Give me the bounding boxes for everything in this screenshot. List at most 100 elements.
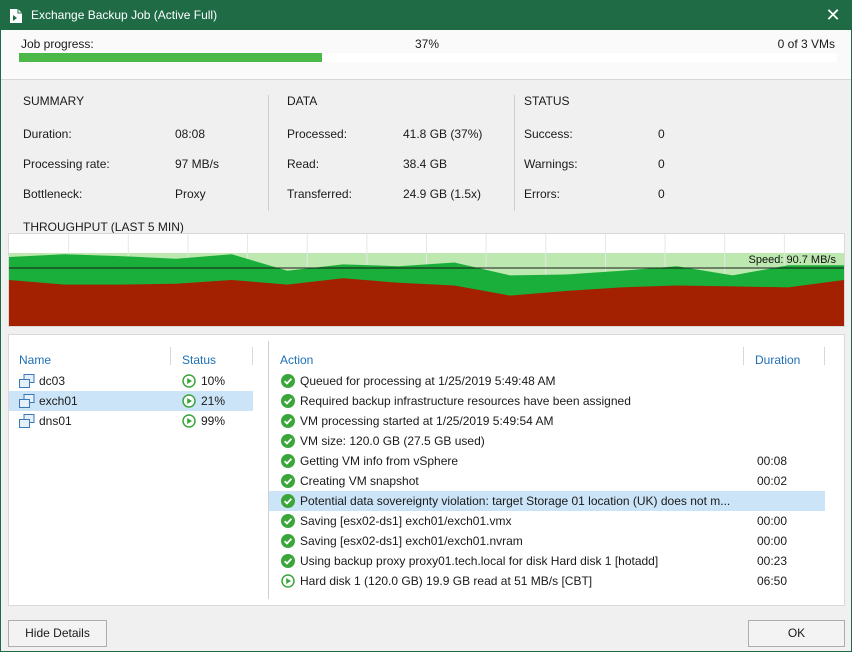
window-title: Exchange Backup Job (Active Full) (31, 8, 218, 22)
running-icon (182, 394, 196, 408)
vm-icon (19, 374, 35, 388)
vm-name: exch01 (39, 394, 78, 408)
running-icon (182, 374, 196, 388)
action-log[interactable]: Action Duration Queued for processing at… (269, 335, 846, 605)
success-icon (281, 554, 295, 568)
action-text: Required backup infrastructure resources… (300, 394, 631, 408)
running-icon (281, 574, 295, 588)
action-log-row[interactable]: Hard disk 1 (120.0 GB) 19.9 GB read at 5… (269, 571, 825, 591)
vm-list-item[interactable]: dns01 99% (9, 411, 253, 431)
summary-heading: SUMMARY (23, 94, 85, 108)
success-icon (281, 494, 295, 508)
success-icon (281, 374, 295, 388)
bottleneck-value: Proxy (175, 187, 206, 201)
vm-icon (19, 414, 35, 428)
success-icon (281, 454, 295, 468)
success-icon (281, 474, 295, 488)
action-text: Queued for processing at 1/25/2019 5:49:… (300, 374, 556, 388)
data-heading: DATA (287, 94, 318, 108)
action-log-row[interactable]: Getting VM info from vSphere 00:08 (269, 451, 825, 471)
details-panel: Name Status dc03 10% exch01 21% dns01 99% Act… (8, 334, 845, 606)
column-separator (824, 347, 825, 365)
action-text: VM processing started at 1/25/2019 5:49:… (300, 414, 554, 428)
stats-section: SUMMARY Duration: 08:08 Processing rate:… (1, 81, 851, 215)
vm-icon (19, 394, 35, 408)
progress-bar (19, 53, 837, 62)
throughput-graph (9, 234, 844, 326)
job-progress: Job progress: 37% 0 of 3 VMs (1, 30, 851, 80)
vm-progress-percent: 10% (201, 374, 226, 388)
action-log-row[interactable]: Saving [esx02-ds1] exch01/exch01.vmx 00:0… (269, 511, 825, 531)
action-log-row[interactable]: Creating VM snapshot 00:02 (269, 471, 825, 491)
success-icon (281, 374, 295, 388)
success-icon (281, 514, 295, 528)
success-icon (281, 434, 295, 448)
action-log-row[interactable]: VM size: 120.0 GB (27.5 GB used) (269, 431, 825, 451)
job-window: Exchange Backup Job (Active Full) ✕ Job … (0, 0, 852, 652)
vm-list-item[interactable]: dc03 10% (9, 371, 253, 391)
running-icon (182, 374, 196, 388)
action-duration: 00:23 (757, 554, 788, 568)
vm-name: dns01 (39, 414, 72, 428)
status-heading: STATUS (524, 94, 570, 108)
action-column-header[interactable]: Action (280, 353, 313, 367)
title-bar[interactable]: Exchange Backup Job (Active Full) ✕ (1, 1, 851, 30)
action-log-row[interactable]: Queued for processing at 1/25/2019 5:49:… (269, 371, 825, 391)
action-log-row[interactable]: Potential data sovereignty violation: ta… (269, 491, 825, 511)
job-progress-vms: 0 of 3 VMs (777, 37, 835, 51)
running-icon (182, 394, 196, 408)
success-icon (281, 454, 295, 468)
vm-list[interactable]: Name Status dc03 10% exch01 21% dns01 99% (9, 335, 261, 605)
success-icon (281, 414, 295, 428)
read-value: 38.4 GB (403, 157, 448, 171)
running-icon (182, 414, 196, 428)
success-label: Success: (524, 127, 573, 141)
stats-divider (514, 95, 515, 211)
errors-label: Errors: (524, 187, 560, 201)
bottleneck-label: Bottleneck: (23, 187, 83, 201)
close-icon[interactable]: ✕ (821, 4, 845, 26)
success-icon (281, 394, 295, 408)
speed-label: Speed: 90.7 MB/s (748, 254, 836, 266)
action-text: Getting VM info from vSphere (300, 454, 459, 468)
success-icon (281, 494, 295, 508)
success-icon (281, 554, 295, 568)
vm-list-item[interactable]: exch01 21% (9, 391, 253, 411)
job-progress-percent: 37% (415, 37, 440, 51)
action-log-row[interactable]: VM processing started at 1/25/2019 5:49:… (269, 411, 825, 431)
backup-job-icon (10, 9, 22, 23)
progress-bar-fill (19, 53, 322, 62)
processing-rate-label: Processing rate: (23, 157, 110, 171)
processed-label: Processed: (287, 127, 348, 141)
action-log-row[interactable]: Using backup proxy proxy01.tech.local fo… (269, 551, 825, 571)
status-column: STATUS Success: 0 Warnings: 0 Errors: 0 (524, 81, 724, 215)
name-column-header[interactable]: Name (19, 353, 51, 367)
vm-progress-percent: 99% (201, 414, 226, 428)
ok-button[interactable]: OK (748, 620, 845, 647)
action-log-row[interactable]: Saving [esx02-ds1] exch01/exch01.nvram 00… (269, 531, 825, 551)
success-icon (281, 434, 295, 448)
throughput-title: THROUGHPUT (LAST 5 MIN) (23, 220, 184, 234)
vm-icon (19, 394, 35, 408)
vm-name: dc03 (39, 374, 66, 388)
vm-icon (19, 414, 35, 428)
success-icon (281, 534, 295, 548)
column-separator (743, 347, 744, 365)
hide-details-button[interactable]: Hide Details (8, 620, 107, 647)
duration-value: 08:08 (175, 127, 206, 141)
action-duration: 00:00 (757, 534, 788, 548)
column-separator (252, 347, 253, 365)
action-text: VM size: 120.0 GB (27.5 GB used) (300, 434, 485, 448)
warnings-label: Warnings: (524, 157, 578, 171)
action-text: Using backup proxy proxy01.tech.local fo… (300, 554, 659, 568)
action-duration: 00:00 (757, 514, 788, 528)
status-column-header[interactable]: Status (182, 353, 216, 367)
action-text: Hard disk 1 (120.0 GB) 19.9 GB read at 5… (300, 574, 593, 588)
success-icon (281, 394, 295, 408)
running-icon (281, 574, 295, 588)
action-log-row[interactable]: Required backup infrastructure resources… (269, 391, 825, 411)
action-text: Saving [esx02-ds1] exch01/exch01.nvram (300, 534, 523, 548)
duration-column-header[interactable]: Duration (755, 353, 800, 367)
summary-column: SUMMARY Duration: 08:08 Processing rate:… (23, 81, 263, 215)
action-duration: 00:02 (757, 474, 788, 488)
